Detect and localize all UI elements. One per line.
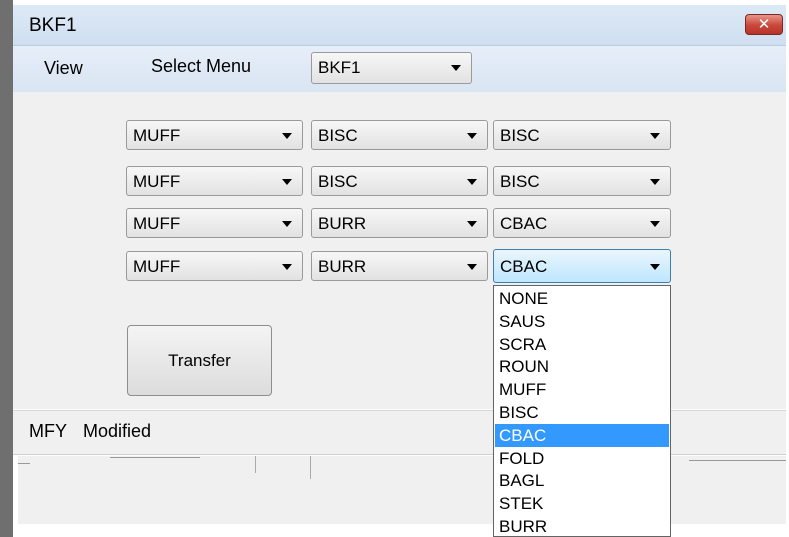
dropdown-value: BURR: [318, 257, 367, 276]
dropdown-value: MUFF: [133, 172, 181, 191]
dropdown-option[interactable]: NONE: [495, 287, 669, 310]
divider: [18, 456, 30, 464]
dropdown-option[interactable]: SCRA: [495, 333, 669, 356]
chevron-down-icon: [282, 221, 292, 227]
dropdown-value: BISC: [500, 126, 540, 145]
dropdown-value: MUFF: [133, 257, 181, 276]
dropdown-option[interactable]: BISC: [495, 401, 669, 424]
dropdown-option[interactable]: FOLD: [495, 447, 669, 470]
transfer-button[interactable]: Transfer: [127, 325, 272, 396]
close-icon: ✕: [757, 16, 771, 33]
dropdown-option[interactable]: ROUN: [495, 355, 669, 378]
chevron-down-icon: [282, 264, 292, 270]
window-left-edge: [0, 0, 13, 537]
row2-col2-dropdown[interactable]: BISC: [311, 166, 488, 196]
row1-col1-dropdown[interactable]: MUFF: [126, 120, 303, 150]
row1-col3-dropdown[interactable]: BISC: [493, 120, 671, 150]
dropdown-option[interactable]: MUFF: [495, 378, 669, 401]
divider: [255, 456, 256, 473]
chevron-down-icon: [282, 133, 292, 139]
chevron-down-icon: [467, 264, 477, 270]
divider: [110, 457, 200, 458]
row1-col2-dropdown[interactable]: BISC: [311, 120, 488, 150]
chevron-down-icon: [467, 221, 477, 227]
dropdown-option[interactable]: STEK: [495, 492, 669, 515]
chevron-down-icon: [650, 264, 660, 270]
row3-col2-dropdown[interactable]: BURR: [311, 208, 488, 238]
row2-col1-dropdown[interactable]: MUFF: [126, 166, 303, 196]
dropdown-list[interactable]: NONE SAUS SCRA ROUN MUFF BISC CBAC FOLD BAGL STEK…: [493, 285, 671, 537]
dropdown-option[interactable]: CBAC: [495, 423, 669, 447]
row4-col3-dropdown-open[interactable]: CBAC: [493, 249, 671, 283]
dropdown-value: MUFF: [133, 126, 181, 145]
dropdown-option[interactable]: SAUS: [495, 310, 669, 333]
dropdown-value: BISC: [318, 172, 358, 191]
close-button[interactable]: ✕: [745, 14, 783, 35]
row3-col1-dropdown[interactable]: MUFF: [126, 208, 303, 238]
dropdown-option[interactable]: BURR: [495, 515, 669, 536]
select-menu-label: Select Menu: [151, 56, 252, 76]
chevron-down-icon: [650, 133, 660, 139]
dropdown-value: BISC: [500, 172, 540, 191]
row4-col2-dropdown[interactable]: BURR: [311, 251, 488, 281]
row2-col3-dropdown[interactable]: BISC: [493, 166, 671, 196]
select-menu-value: BKF1: [318, 58, 361, 77]
window-title: BKF1: [29, 15, 77, 36]
status-label: MFY: [29, 421, 67, 441]
chevron-down-icon: [467, 179, 477, 185]
chevron-down-icon: [451, 65, 461, 71]
dropdown-value: MUFF: [133, 214, 181, 233]
view-menu[interactable]: View: [44, 58, 83, 79]
dropdown-value: CBAC: [500, 214, 548, 233]
status-text: Modified: [83, 421, 152, 441]
chevron-down-icon: [650, 179, 660, 185]
chevron-down-icon: [467, 133, 477, 139]
divider: [310, 456, 311, 479]
chevron-down-icon: [650, 221, 660, 227]
dropdown-option[interactable]: BAGL: [495, 469, 669, 492]
row4-col1-dropdown[interactable]: MUFF: [126, 251, 303, 281]
title-bar: BKF1 ✕: [13, 5, 786, 46]
chevron-down-icon: [282, 179, 292, 185]
row3-col3-dropdown[interactable]: CBAC: [493, 208, 671, 238]
dropdown-value: BISC: [318, 126, 358, 145]
select-menu-dropdown[interactable]: BKF1: [311, 52, 472, 84]
divider: [689, 460, 786, 461]
dropdown-value: CBAC: [500, 257, 548, 276]
dropdown-value: BURR: [318, 214, 367, 233]
